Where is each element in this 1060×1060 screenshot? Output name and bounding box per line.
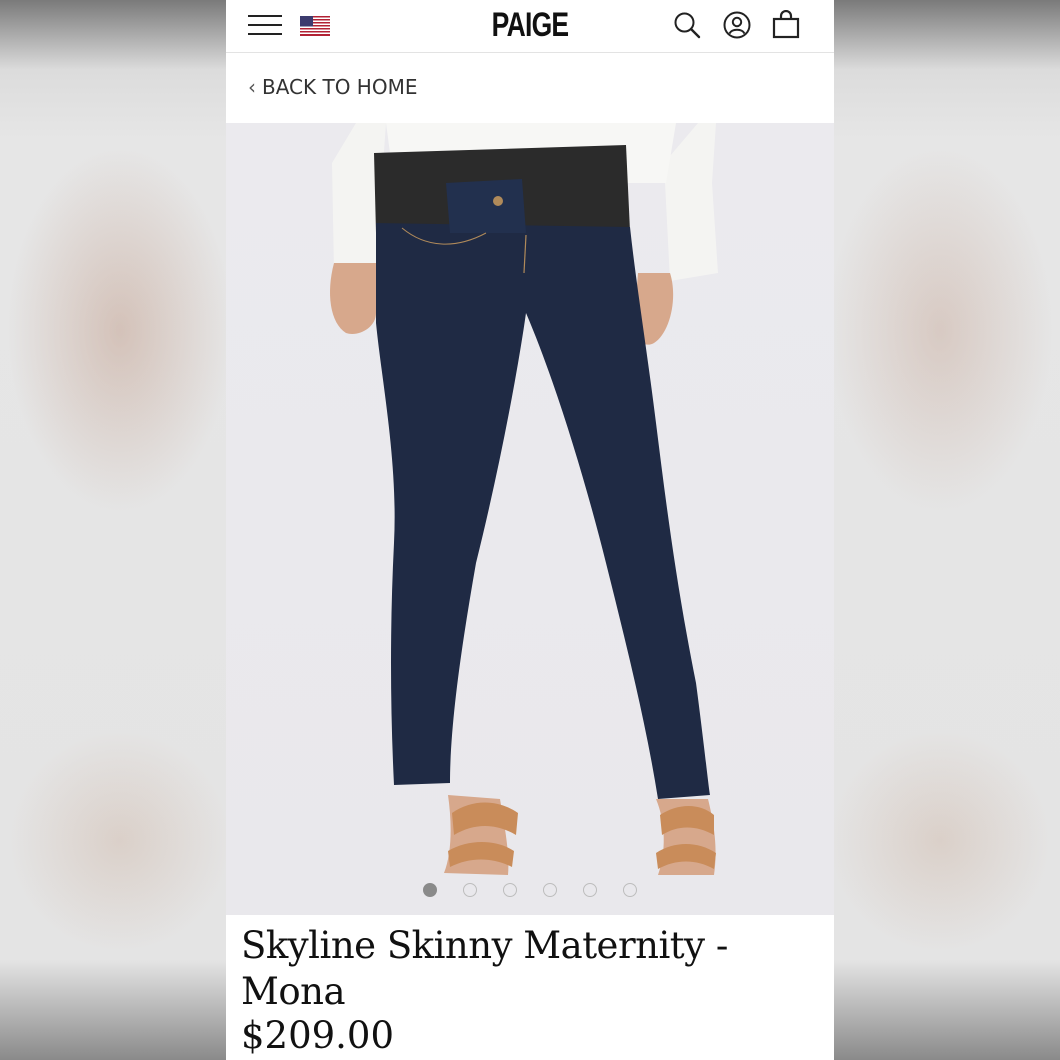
chevron-left-icon: ‹ <box>248 75 256 99</box>
shopping-bag-icon[interactable] <box>771 10 801 40</box>
gallery-pagination <box>226 883 834 899</box>
product-price: $209.00 <box>241 1014 395 1057</box>
gallery-dot-3[interactable] <box>503 883 517 897</box>
left-hand <box>330 263 376 334</box>
back-row: ‹ BACK TO HOME <box>226 53 834 123</box>
gallery-dot-6[interactable] <box>623 883 637 897</box>
hamburger-menu-icon[interactable] <box>248 13 282 37</box>
back-to-home-label: BACK TO HOME <box>262 75 418 99</box>
back-to-home-link[interactable]: ‹ BACK TO HOME <box>248 75 417 99</box>
account-icon[interactable] <box>722 10 752 40</box>
gallery-dot-4[interactable] <box>543 883 557 897</box>
gallery-dot-2[interactable] <box>463 883 477 897</box>
shirt-right-sleeve <box>664 123 718 281</box>
product-photo <box>330 123 718 875</box>
product-title: Skyline Skinny Maternity - Mona <box>241 924 728 1013</box>
jeans-button <box>493 196 503 206</box>
product-image-gallery[interactable] <box>226 123 834 915</box>
top-bar: PAIGE <box>226 0 834 53</box>
mobile-page: PAIGE ‹ BACK TO HOME Skyline Skinny Mate… <box>226 0 834 1060</box>
search-icon[interactable] <box>672 10 702 40</box>
gallery-dot-1[interactable] <box>423 883 437 897</box>
jeans-waistband <box>446 179 526 233</box>
gallery-dot-5[interactable] <box>583 883 597 897</box>
